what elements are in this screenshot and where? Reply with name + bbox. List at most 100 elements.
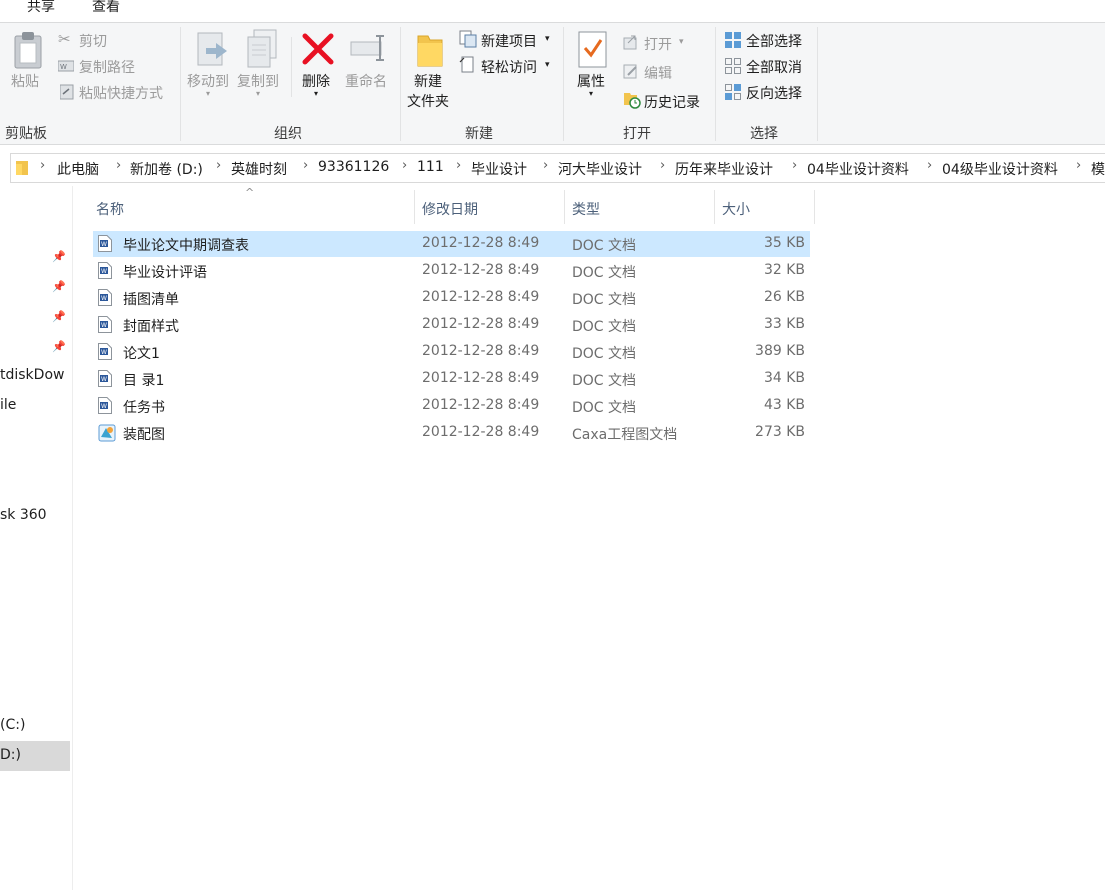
delete-icon bbox=[302, 33, 334, 69]
pin-icon[interactable]: 📌 bbox=[52, 250, 66, 263]
file-row[interactable]: W 毕业设计评语 2012-12-28 8:49 DOC 文档 32 KB bbox=[93, 258, 810, 284]
file-name: 任务书 bbox=[123, 400, 165, 416]
breadcrumb-item[interactable]: 毕业设计 bbox=[471, 159, 527, 179]
chevron-right-icon[interactable]: › bbox=[303, 158, 308, 173]
breadcrumb-item[interactable]: 新加卷 (D:) bbox=[130, 159, 203, 179]
file-row[interactable]: W 插图清单 2012-12-28 8:49 DOC 文档 26 KB bbox=[93, 285, 810, 311]
properties-icon bbox=[578, 31, 608, 73]
edit-button[interactable]: 编辑 bbox=[644, 63, 672, 83]
chevron-right-icon[interactable]: › bbox=[927, 158, 932, 173]
open-group-label: 打开 bbox=[623, 126, 651, 142]
move-to-dropdown-icon: ▾ bbox=[206, 89, 211, 98]
file-date: 2012-12-28 8:49 bbox=[422, 343, 540, 359]
pin-icon[interactable]: 📌 bbox=[52, 280, 66, 293]
chevron-right-icon[interactable]: › bbox=[660, 158, 665, 173]
file-date: 2012-12-28 8:49 bbox=[422, 370, 540, 386]
easy-access-icon bbox=[459, 56, 475, 78]
column-header-name[interactable]: 名称 bbox=[96, 199, 124, 219]
chevron-right-icon[interactable]: › bbox=[543, 158, 548, 173]
file-size: 32 KB bbox=[763, 262, 805, 278]
cut-icon: ✂ bbox=[58, 30, 71, 48]
copy-path-button[interactable]: 复制路径 bbox=[79, 57, 135, 77]
history-button[interactable]: 历史记录 bbox=[644, 92, 700, 112]
chevron-right-icon[interactable]: › bbox=[792, 158, 797, 173]
easy-access-button[interactable]: 轻松访问 bbox=[481, 57, 537, 77]
file-row[interactable]: W 封面样式 2012-12-28 8:49 DOC 文档 33 KB bbox=[93, 312, 810, 338]
file-row[interactable]: 装配图 2012-12-28 8:49 Caxa工程图文档 273 KB bbox=[93, 420, 810, 446]
chevron-right-icon[interactable]: › bbox=[402, 158, 407, 173]
rename-button[interactable]: 重命名 bbox=[345, 73, 387, 92]
column-divider[interactable] bbox=[414, 190, 415, 224]
breadcrumb-item[interactable]: 04毕业设计资料 bbox=[807, 159, 909, 179]
file-date: 2012-12-28 8:49 bbox=[422, 262, 540, 278]
organize-group-label: 组织 bbox=[274, 126, 302, 142]
file-name: 封面样式 bbox=[123, 319, 179, 335]
file-size: 43 KB bbox=[763, 397, 805, 413]
pin-icon[interactable]: 📌 bbox=[52, 340, 66, 353]
paste-shortcut-button[interactable]: 粘贴快捷方式 bbox=[79, 83, 163, 103]
file-row[interactable]: W 目 录1 2012-12-28 8:49 DOC 文档 34 KB bbox=[93, 366, 810, 392]
open-dropdown-icon: ▾ bbox=[679, 37, 684, 47]
chevron-right-icon[interactable]: › bbox=[216, 158, 221, 173]
svg-text:W: W bbox=[101, 349, 107, 356]
breadcrumb-item[interactable]: 模 bbox=[1091, 159, 1105, 179]
file-row[interactable]: W 论文1 2012-12-28 8:49 DOC 文档 389 KB bbox=[93, 339, 810, 365]
word-doc-icon: W bbox=[98, 235, 112, 252]
file-size: 273 KB bbox=[755, 424, 805, 440]
file-size: 34 KB bbox=[763, 370, 805, 386]
chevron-right-icon[interactable]: › bbox=[456, 158, 461, 173]
properties-dropdown-icon: ▾ bbox=[589, 89, 594, 98]
easy-access-dropdown-icon: ▾ bbox=[545, 60, 550, 70]
chevron-right-icon[interactable]: › bbox=[40, 158, 45, 173]
column-header-type[interactable]: 类型 bbox=[572, 199, 600, 219]
new-folder-button-line1[interactable]: 新建 bbox=[414, 73, 442, 92]
file-row[interactable]: W 任务书 2012-12-28 8:49 DOC 文档 43 KB bbox=[93, 393, 810, 419]
nav-item[interactable]: ile bbox=[0, 397, 16, 413]
column-header-size[interactable]: 大小 bbox=[722, 199, 750, 219]
paste-button[interactable]: 粘贴 bbox=[11, 73, 39, 92]
word-doc-icon: W bbox=[98, 343, 112, 360]
nav-item-selected[interactable]: D:) bbox=[0, 741, 70, 771]
tab-view[interactable]: 查看 bbox=[92, 0, 120, 16]
nav-item[interactable]: tdiskDow bbox=[0, 367, 64, 383]
chevron-right-icon[interactable]: › bbox=[1076, 158, 1081, 173]
column-header-date[interactable]: 修改日期 bbox=[422, 199, 478, 219]
breadcrumb-item[interactable]: 111 bbox=[417, 159, 444, 175]
address-bar[interactable]: › 此电脑 › 新加卷 (D:) › 英雄时刻 › 93361126 › 111… bbox=[10, 153, 1105, 183]
breadcrumb-item[interactable]: 93361126 bbox=[318, 159, 389, 175]
column-divider[interactable] bbox=[714, 190, 715, 224]
paste-shortcut-icon bbox=[59, 83, 74, 104]
file-row[interactable]: W 毕业论文中期调查表 2012-12-28 8:49 DOC 文档 35 KB bbox=[93, 231, 810, 257]
breadcrumb-item[interactable]: 河大毕业设计 bbox=[558, 159, 642, 179]
cut-button[interactable]: 剪切 bbox=[79, 31, 107, 51]
breadcrumb-item[interactable]: 英雄时刻 bbox=[231, 159, 287, 179]
select-none-button[interactable]: 全部取消 bbox=[746, 57, 802, 77]
file-type: DOC 文档 bbox=[572, 292, 637, 308]
breadcrumb-item[interactable]: 04级毕业设计资料 bbox=[942, 159, 1058, 179]
file-size: 26 KB bbox=[763, 289, 805, 305]
new-item-button[interactable]: 新建项目 bbox=[481, 31, 537, 51]
select-all-button[interactable]: 全部选择 bbox=[746, 31, 802, 51]
folder-icon bbox=[16, 160, 28, 179]
divider bbox=[291, 37, 292, 97]
new-folder-button-line2[interactable]: 文件夹 bbox=[407, 93, 449, 112]
svg-text:W: W bbox=[101, 268, 107, 275]
column-divider[interactable] bbox=[564, 190, 565, 224]
file-size: 389 KB bbox=[755, 343, 805, 359]
open-button[interactable]: 打开 bbox=[644, 34, 672, 54]
breadcrumb-item[interactable]: 此电脑 bbox=[57, 159, 99, 179]
file-type: DOC 文档 bbox=[572, 373, 637, 389]
nav-item-drive-c[interactable]: (C:) bbox=[0, 717, 25, 733]
invert-selection-button[interactable]: 反向选择 bbox=[746, 83, 802, 103]
tab-share[interactable]: 共享 bbox=[27, 0, 55, 16]
chevron-right-icon[interactable]: › bbox=[116, 158, 121, 173]
new-group-label: 新建 bbox=[465, 126, 493, 142]
breadcrumb-item[interactable]: 历年来毕业设计 bbox=[675, 159, 773, 179]
pin-icon[interactable]: 📌 bbox=[52, 310, 66, 323]
svg-text:W: W bbox=[60, 63, 67, 71]
nav-item[interactable]: sk 360 bbox=[0, 507, 47, 523]
nav-item-drive-d[interactable]: D:) bbox=[0, 747, 21, 763]
column-divider[interactable] bbox=[814, 190, 815, 224]
file-name: 装配图 bbox=[123, 427, 165, 443]
ribbon: 粘贴 ✂ 剪切 W 复制路径 粘贴快捷方式 剪贴板 移动到 ▾ 复制到 ▾ 删除… bbox=[0, 23, 1105, 145]
